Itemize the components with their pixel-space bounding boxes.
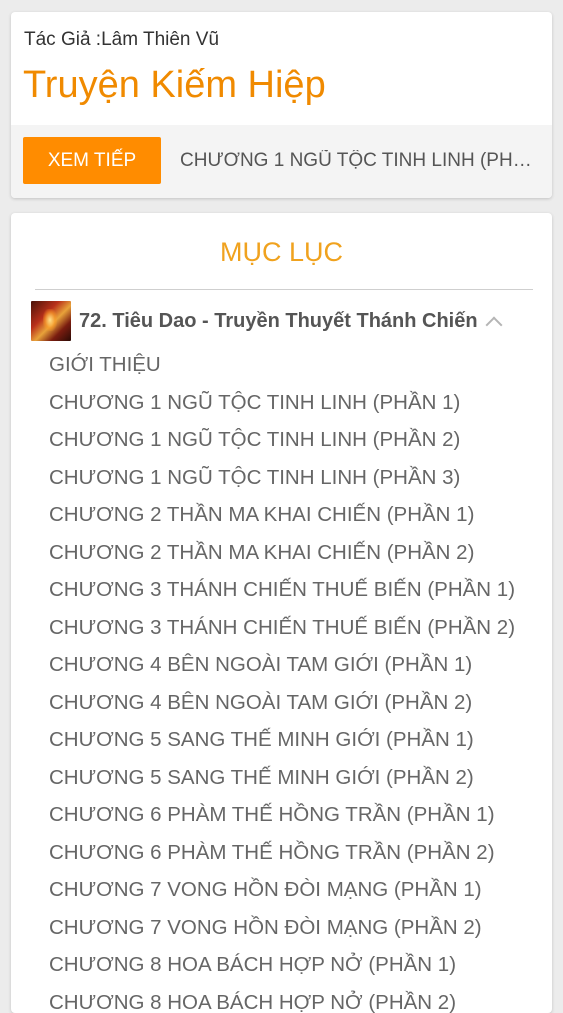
chapter-item[interactable]: CHƯƠNG 4 BÊN NGOÀI TAM GIỚI (PHẦN 1): [49, 646, 549, 684]
chapter-item[interactable]: CHƯƠNG 2 THẦN MA KHAI CHIẾN (PHẦN 1): [49, 496, 549, 534]
story-title: Truyện Kiếm Hiệp: [23, 64, 326, 107]
chapter-item[interactable]: CHƯƠNG 1 NGŨ TỘC TINH LINH (PHẦN 2): [49, 421, 549, 459]
book-header-row[interactable]: 72. Tiêu Dao - Truyền Thuyết Thánh Chiến: [31, 301, 531, 341]
author-label: Tác Giả :Lâm Thiên Vũ: [24, 29, 219, 51]
chapter-item[interactable]: CHƯƠNG 1 NGŨ TỘC TINH LINH (PHẦN 3): [49, 459, 549, 497]
chapter-item[interactable]: CHƯƠNG 4 BÊN NGOÀI TAM GIỚI (PHẦN 2): [49, 684, 549, 722]
book-cover-image: [31, 301, 71, 341]
chapter-item[interactable]: CHƯƠNG 6 PHÀM THẾ HỒNG TRẦN (PHẦN 1): [49, 796, 549, 834]
story-info-card: Tác Giả :Lâm Thiên Vũ Truyện Kiếm Hiệp X…: [11, 12, 552, 198]
chapter-item[interactable]: CHƯƠNG 2 THẦN MA KHAI CHIẾN (PHẦN 2): [49, 534, 549, 572]
chapter-item[interactable]: CHƯƠNG 3 THÁNH CHIẾN THUẾ BIẾN (PHẦN 1): [49, 571, 549, 609]
continue-chapter-link[interactable]: CHƯƠNG 1 NGŨ TỘC TINH LINH (PHẦN 1): [180, 150, 542, 172]
chapter-item[interactable]: CHƯƠNG 8 HOA BÁCH HỢP NỞ (PHẦN 1): [49, 946, 549, 984]
chapter-item[interactable]: GIỚI THIỆU: [49, 346, 549, 384]
chapter-item[interactable]: CHƯƠNG 3 THÁNH CHIẾN THUẾ BIẾN (PHẦN 2): [49, 609, 549, 647]
book-name: 72. Tiêu Dao - Truyền Thuyết Thánh Chiến: [79, 310, 478, 333]
table-of-contents-card: MỤC LỤC 72. Tiêu Dao - Truyền Thuyết Thá…: [11, 213, 552, 1013]
toc-heading: MỤC LỤC: [11, 237, 552, 268]
chapter-item[interactable]: CHƯƠNG 8 HOA BÁCH HỢP NỞ (PHẦN 2): [49, 984, 549, 1013]
chapter-item[interactable]: CHƯƠNG 6 PHÀM THẾ HỒNG TRẦN (PHẦN 2): [49, 834, 549, 872]
toc-divider: [35, 289, 533, 290]
continue-reading-button[interactable]: XEM TIẾP: [23, 137, 161, 184]
chevron-up-icon[interactable]: [486, 314, 500, 328]
chapter-item[interactable]: CHƯƠNG 5 SANG THẾ MINH GIỚI (PHẦN 1): [49, 721, 549, 759]
chapter-item[interactable]: CHƯƠNG 1 NGŨ TỘC TINH LINH (PHẦN 1): [49, 384, 549, 422]
chapter-item[interactable]: CHƯƠNG 7 VONG HỒN ĐÒI MẠNG (PHẦN 1): [49, 871, 549, 909]
chapter-list: GIỚI THIỆUCHƯƠNG 1 NGŨ TỘC TINH LINH (PH…: [49, 346, 549, 1013]
continue-reading-bar: XEM TIẾP CHƯƠNG 1 NGŨ TỘC TINH LINH (PHẦ…: [11, 125, 552, 198]
chapter-item[interactable]: CHƯƠNG 7 VONG HỒN ĐÒI MẠNG (PHẦN 2): [49, 909, 549, 947]
chapter-item[interactable]: CHƯƠNG 5 SANG THẾ MINH GIỚI (PHẦN 2): [49, 759, 549, 797]
